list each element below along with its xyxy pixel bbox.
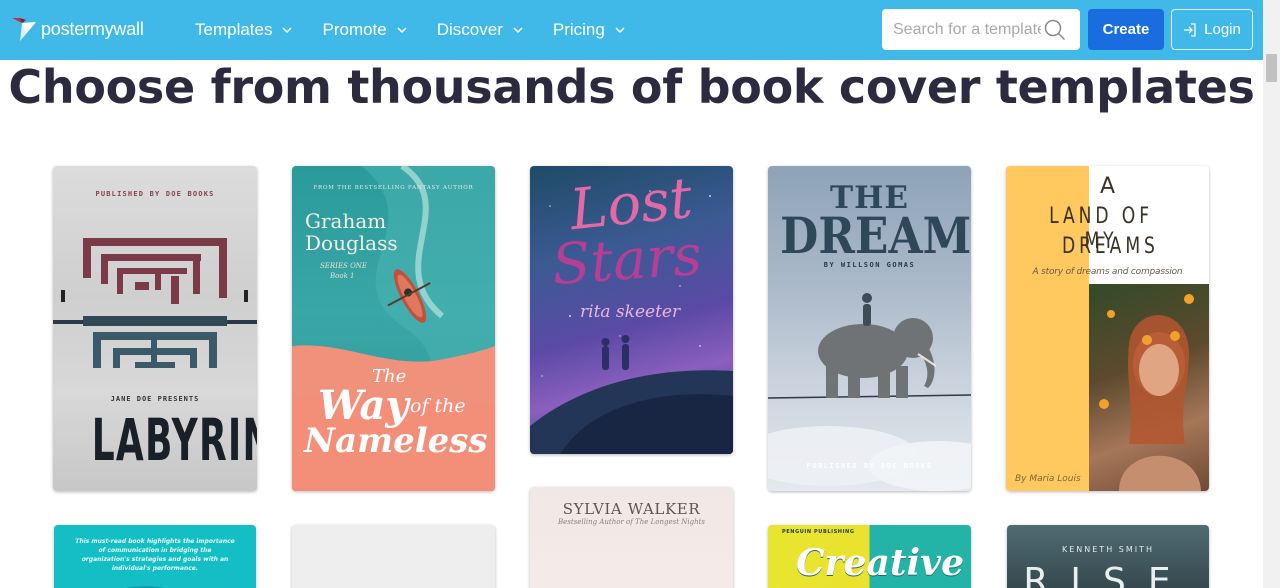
card-title-nameless: Nameless (304, 421, 488, 461)
card-author: By Maria Louis (1015, 474, 1081, 484)
logo[interactable]: postermywall (10, 14, 144, 44)
card-title: RISE (1023, 561, 1193, 588)
card-title-line-2: DREAMS (1062, 234, 1159, 259)
nav-discover-label: Discover (436, 20, 503, 39)
chevron-down-icon (397, 27, 407, 33)
logo-text: postermywall (41, 18, 144, 39)
template-card-rise[interactable]: KENNETH SMITH RISE (1007, 525, 1209, 588)
template-card-loading[interactable] (292, 525, 495, 588)
card-title-stars: Stars (549, 222, 704, 299)
template-card-creative[interactable]: PENGUIN PUBLISHING Creative (768, 525, 971, 588)
nav-promote[interactable]: Promote (322, 20, 407, 40)
card-author: KENNETH SMITH (1061, 545, 1154, 554)
card-subtitle: Bestselling Author of The Longest Nights (558, 518, 705, 526)
card-publisher: PENGUIN PUBLISHING (782, 529, 855, 535)
card-presenter: JANE DOE PRESENTS (110, 395, 200, 403)
page: postermywall Templates Promote Discover … (0, 0, 1280, 588)
card-tagline: FROM THE BESTSELLING FANTASY AUTHOR (313, 185, 474, 191)
nav-pricing[interactable]: Pricing (553, 20, 625, 40)
chevron-down-icon (282, 27, 293, 33)
card-publisher: PUBLISHED BY DOE BOOKS (806, 462, 933, 470)
template-card-sylvia-walker[interactable]: SYLVIA WALKER Bestselling Author of The … (530, 487, 733, 588)
card-publisher: PUBLISHED BY DOE BOOKS (95, 190, 215, 198)
card-title-dream: DREAM (780, 206, 971, 265)
nav-discover[interactable]: Discover (437, 20, 523, 40)
page-title: Choose from thousands of book cover temp… (8, 60, 1255, 114)
vertical-scrollbar[interactable] (1263, 0, 1280, 588)
nav-templates[interactable]: Templates (195, 20, 293, 40)
card-title-of-the: of the (410, 395, 466, 417)
card-series-book: Book 1 (330, 272, 355, 280)
card-author: Graham Douglass (305, 210, 398, 254)
nav-promote-label: Promote (322, 20, 387, 39)
chevron-down-icon (615, 27, 625, 33)
template-card-the-dream[interactable]: THE DREAM BY WILLSON GOMAS PUBLISHED BY … (768, 166, 971, 491)
card-author: BY WILLSON GOMAS (823, 261, 916, 269)
scrollbar-thumb[interactable] (1266, 54, 1277, 82)
portrait-photo (1089, 284, 1209, 491)
wave-illustration (126, 586, 165, 588)
template-card-way-of-the-nameless[interactable]: FROM THE BESTSELLING FANTASY AUTHOR Grah… (292, 166, 495, 491)
create-button[interactable]: Create (1088, 9, 1164, 50)
nav-pricing-label: Pricing (552, 20, 605, 39)
woman-portrait-illustration (1099, 294, 1201, 491)
card-series-name: SERIES ONE (320, 262, 368, 270)
nav-templates-label: Templates (195, 20, 273, 39)
template-card-labyrinth[interactable]: PUBLISHED BY DOE BOOKS JANE DOE PRESENTS… (53, 166, 257, 491)
card-subtitle: A story of dreams and compassion (1032, 267, 1183, 277)
top-navbar: postermywall Templates Promote Discover … (0, 0, 1280, 60)
login-button[interactable]: Login (1171, 9, 1253, 50)
card-author: SYLVIA WALKER (562, 500, 701, 518)
template-card-land-of-my-dreams[interactable]: A LAND OF MY DREAMS A story of dreams an… (1006, 166, 1209, 491)
card-author: rita skeeter (580, 302, 681, 322)
login-label: Login (1204, 21, 1241, 38)
card-series: SERIES ONE Book 1 (320, 261, 367, 281)
card-title-a: A (1100, 174, 1116, 199)
card-title: LABYRINTH (91, 406, 257, 474)
card-author-first: Graham (305, 209, 387, 233)
chevron-down-icon (513, 27, 523, 33)
login-icon (1184, 22, 1196, 37)
search-box (882, 9, 1080, 50)
template-card-lost-stars[interactable]: Lost Stars rita skeeter (530, 166, 733, 454)
logo-bird-icon (12, 18, 36, 41)
template-card-business[interactable]: This must-read book highlights the impor… (54, 525, 256, 588)
search-icon[interactable] (1044, 19, 1066, 41)
main-nav: Templates Promote Discover Pricing (195, 0, 655, 60)
card-title: Creative (796, 542, 964, 584)
search-input[interactable] (893, 20, 1041, 39)
card-author-last: Douglass (305, 231, 398, 255)
